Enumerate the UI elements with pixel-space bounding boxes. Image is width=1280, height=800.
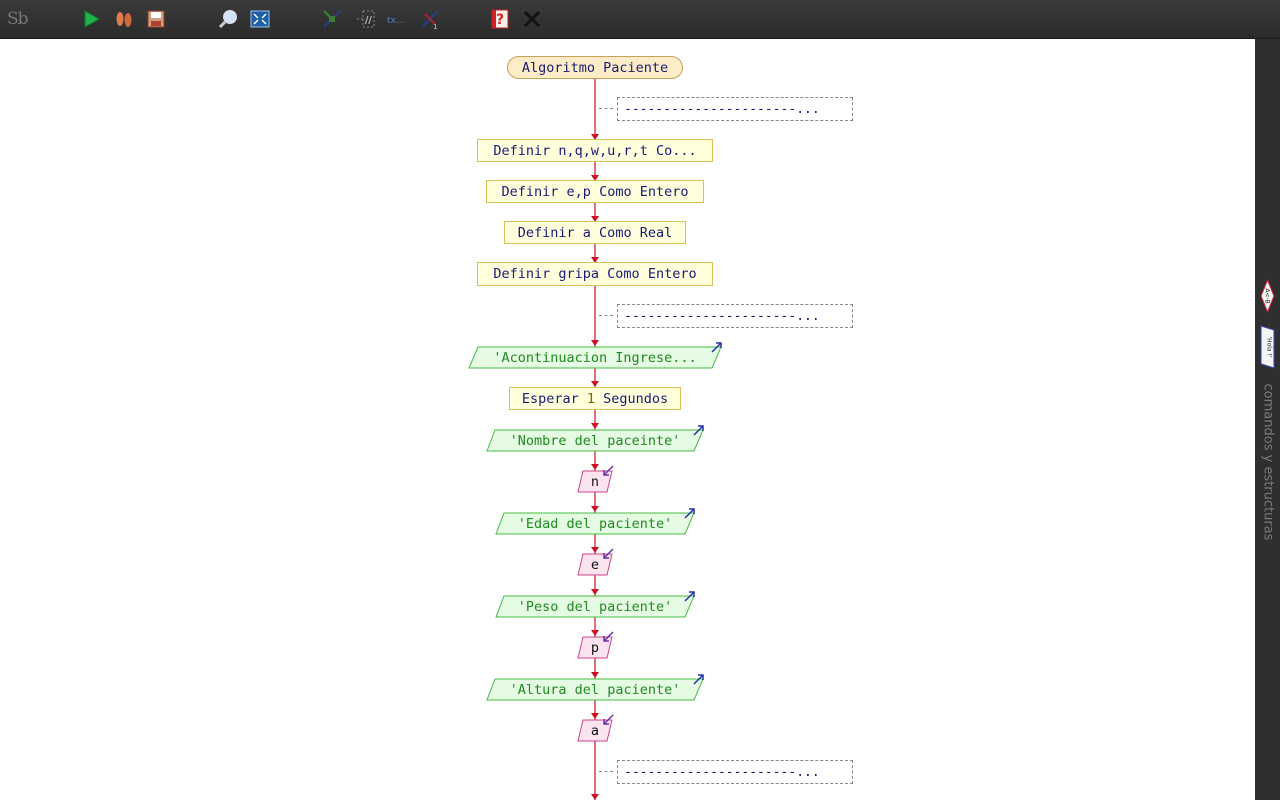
- fit-icon[interactable]: [248, 7, 272, 31]
- app-logo: Sb: [7, 9, 29, 29]
- comment-text: ----------------------: [624, 101, 797, 117]
- flowchart-canvas[interactable]: Algoritmo Paciente ---------------------…: [0, 39, 1255, 800]
- comment-more: ...: [796, 764, 820, 780]
- comment-text: ----------------------: [624, 764, 797, 780]
- text-icon[interactable]: tx...: [385, 7, 409, 31]
- toolbar: Sb // tx... 1 ?: [0, 0, 1280, 39]
- assign-button[interactable]: A<-B: [1259, 278, 1276, 314]
- output-arrow-icon: [684, 508, 695, 519]
- input-variable: a: [590, 722, 600, 739]
- comment-connector: [599, 771, 613, 772]
- output-step-5[interactable]: 'Altura del paciente': [486, 678, 704, 701]
- wait-number: 1: [586, 390, 595, 407]
- output-arrow-icon: [693, 674, 704, 685]
- output-text: 'Edad del paciente': [517, 515, 673, 532]
- output-step-1[interactable]: 'Acontinuacion Ingrese...: [468, 346, 722, 369]
- zoom-icon[interactable]: [216, 7, 240, 31]
- comment-box[interactable]: ----------------------...: [617, 97, 853, 121]
- svg-text:tx...: tx...: [387, 16, 404, 26]
- commands-panel-label: comandos y estructuras: [1260, 383, 1276, 541]
- comment-box[interactable]: ----------------------...: [617, 304, 853, 328]
- define-step-3[interactable]: Definir a Como Real: [504, 221, 686, 244]
- comment-more: ...: [796, 101, 820, 117]
- comment-text: ----------------------: [624, 308, 797, 324]
- assign-label: A<-B: [1264, 288, 1271, 303]
- output-text: 'Acontinuacion Ingrese...: [493, 349, 697, 366]
- output-command-button[interactable]: 'Hola !': [1259, 324, 1276, 370]
- output-text: 'Peso del paciente': [517, 598, 673, 615]
- output-text: 'Altura del paciente': [509, 681, 681, 698]
- edit-icon[interactable]: [320, 7, 344, 31]
- output-step-4[interactable]: 'Peso del paciente': [495, 595, 695, 618]
- wait-label: Esperar: [521, 390, 579, 407]
- input-arrow-icon: [603, 631, 614, 642]
- comment-box[interactable]: ----------------------...: [617, 760, 853, 784]
- input-variable: n: [590, 473, 600, 490]
- run-icon[interactable]: [80, 7, 104, 31]
- output-arrow-icon: [711, 342, 722, 353]
- svg-text:1: 1: [433, 23, 437, 30]
- output-text: 'Nombre del paceinte': [509, 432, 681, 449]
- input-arrow-icon: [603, 548, 614, 559]
- output-arrow-icon: [684, 591, 695, 602]
- define-step-4[interactable]: Definir gripa Como Entero: [477, 262, 713, 286]
- comment-toggle-icon[interactable]: //: [354, 7, 378, 31]
- wait-step[interactable]: Esperar 1 Segundos: [509, 387, 681, 410]
- output-step-3[interactable]: 'Edad del paciente': [495, 512, 695, 535]
- step-icon[interactable]: [112, 7, 136, 31]
- define-step-2[interactable]: Definir e,p Como Entero: [486, 180, 704, 203]
- algorithm-start[interactable]: Algoritmo Paciente: [507, 56, 683, 79]
- input-variable: e: [590, 556, 600, 573]
- output-arrow-icon: [693, 425, 704, 436]
- define-step-1[interactable]: Definir n,q,w,u,r,t Co...: [477, 139, 713, 162]
- comment-connector: [599, 315, 613, 316]
- output-step-2[interactable]: 'Nombre del paceinte': [486, 429, 704, 452]
- input-arrow-icon: [603, 714, 614, 725]
- input-arrow-icon: [603, 465, 614, 476]
- output-command-label: 'Hola !': [1266, 336, 1273, 357]
- input-variable: p: [590, 639, 600, 656]
- close-icon[interactable]: [520, 7, 544, 31]
- comment-more: ...: [796, 308, 820, 324]
- wait-unit: Segundos: [603, 390, 669, 407]
- help-icon[interactable]: ?: [488, 7, 512, 31]
- comment-connector: [599, 108, 613, 109]
- svg-text://: //: [365, 15, 372, 26]
- save-icon[interactable]: [144, 7, 168, 31]
- svg-text:?: ?: [496, 12, 504, 28]
- edit2-icon[interactable]: 1: [418, 7, 442, 31]
